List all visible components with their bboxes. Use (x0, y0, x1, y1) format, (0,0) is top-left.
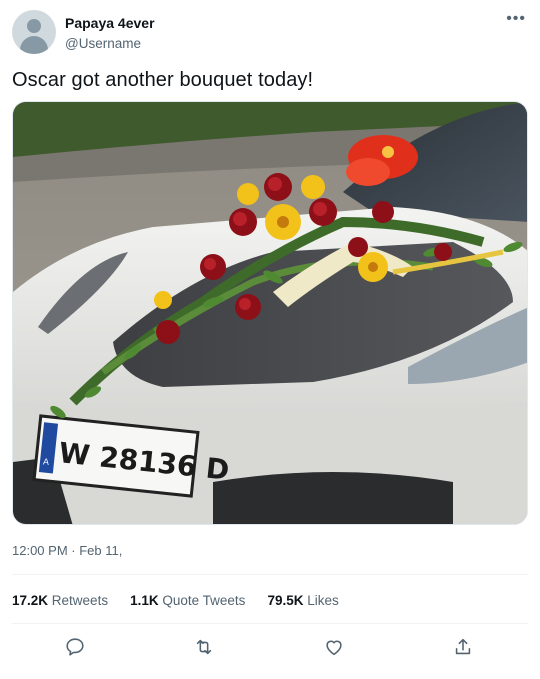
share-icon (455, 638, 471, 655)
divider (12, 623, 528, 624)
share-button[interactable] (452, 636, 476, 660)
plate-country: A (43, 456, 50, 467)
quotes-label: Quote Tweets (162, 593, 246, 608)
quotes-count: 1.1K (130, 593, 159, 608)
reply-button[interactable] (64, 636, 88, 660)
user-handle[interactable]: @Username (65, 36, 141, 51)
tweet-actions (12, 636, 528, 660)
more-horizontal-icon[interactable]: ••• (506, 10, 526, 28)
likes-label: Likes (307, 593, 339, 608)
likes-count: 79.5K (267, 593, 304, 608)
retweets-count: 17.2K (12, 593, 49, 608)
like-button[interactable] (323, 636, 347, 660)
retweet-button[interactable] (193, 636, 217, 660)
avatar[interactable] (12, 10, 56, 54)
divider (12, 574, 528, 575)
tweet-text: Oscar got another bouquet today! (12, 69, 314, 91)
retweets-label: Retweets (51, 593, 109, 608)
likes-stat[interactable]: 79.5K Likes (267, 593, 338, 608)
tweet-header: Papaya 4ever @Username ••• (12, 10, 528, 56)
tweet-media-image[interactable]: A W 28136 D (12, 101, 528, 525)
display-name[interactable]: Papaya 4ever (65, 15, 155, 31)
retweets-stat[interactable]: 17.2K Retweets (12, 593, 108, 608)
heart-icon (326, 640, 342, 656)
quotes-stat[interactable]: 1.1K Quote Tweets (130, 593, 245, 608)
tweet-timestamp[interactable]: 12:00 PM · Feb 11, (12, 543, 122, 558)
reply-icon (66, 638, 84, 656)
tweet-stats: 17.2K Retweets 1.1K Quote Tweets 79.5K L… (12, 593, 339, 608)
retweet-icon (196, 639, 212, 655)
